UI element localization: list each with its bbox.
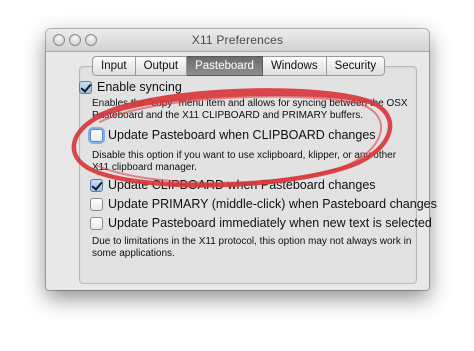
update-pasteboard-clipboard-description: Disable this option if you want to use x… [92,150,397,173]
update-clipboard-pasteboard-label: Update CLIPBOARD when Pasteboard changes [108,178,376,192]
tab-security[interactable]: Security [326,56,386,76]
tab-input[interactable]: Input [92,56,136,76]
update-clipboard-pasteboard-checkbox[interactable] [90,178,103,192]
update-pasteboard-immediately-option[interactable]: Update Pasteboard immediately when new t… [90,216,432,230]
close-window-button[interactable] [53,34,65,46]
window-title: X11 Preferences [191,33,284,47]
tab-pasteboard[interactable]: Pasteboard [187,56,263,76]
zoom-window-button[interactable] [85,34,97,46]
enable-syncing-label: Enable syncing [97,80,182,94]
update-pasteboard-immediately-description: Due to limitations in the X11 protocol, … [92,236,412,259]
update-primary-pasteboard-option[interactable]: Update PRIMARY (middle-click) when Paste… [90,197,437,211]
enable-syncing-option[interactable]: Enable syncing [79,80,182,94]
tab-windows[interactable]: Windows [262,56,327,76]
tab-bar: Input Output Pasteboard Windows Security [92,56,386,76]
update-primary-pasteboard-label: Update PRIMARY (middle-click) when Paste… [108,197,437,211]
update-clipboard-pasteboard-option[interactable]: Update CLIPBOARD when Pasteboard changes [90,178,376,192]
update-pasteboard-immediately-checkbox[interactable] [90,216,103,230]
update-pasteboard-clipboard-checkbox[interactable] [90,128,103,142]
tab-output[interactable]: Output [135,56,188,76]
update-pasteboard-clipboard-label: Update Pasteboard when CLIPBOARD changes [108,128,376,142]
enable-syncing-description: Enables the "copy" menu item and allows … [92,98,408,121]
minimize-window-button[interactable] [69,34,81,46]
enable-syncing-checkbox[interactable] [79,80,92,94]
title-bar[interactable]: X11 Preferences [46,29,429,52]
update-pasteboard-immediately-label: Update Pasteboard immediately when new t… [108,216,432,230]
update-primary-pasteboard-checkbox[interactable] [90,197,103,211]
update-pasteboard-clipboard-option[interactable]: Update Pasteboard when CLIPBOARD changes [90,128,376,142]
